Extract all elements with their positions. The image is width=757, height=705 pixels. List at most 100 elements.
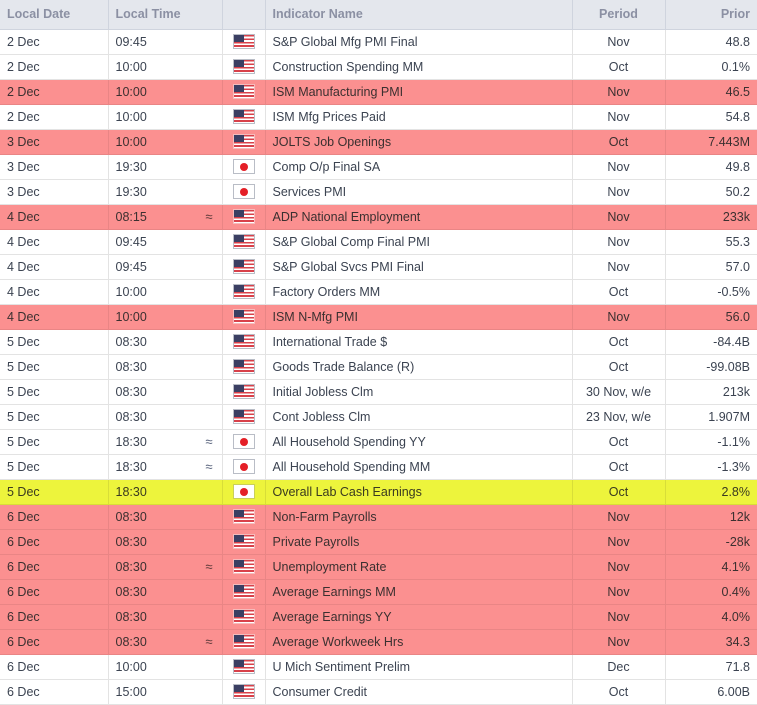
table-row[interactable]: 4 Dec 08:15 ≈ ADP National Employment Nov 233… xyxy=(0,204,757,230)
cell-indicator-name[interactable]: Factory Orders MM xyxy=(265,279,573,305)
cell-prior: 2.8% xyxy=(665,479,757,505)
cell-country-flag xyxy=(222,379,266,405)
table-row[interactable]: 4 Dec 09:45 S&P Global Svcs PMI Final Nov 57… xyxy=(0,254,757,280)
table-row[interactable]: 6 Dec 08:30 Non-Farm Payrolls Nov 12k xyxy=(0,504,757,530)
cell-local-time: 08:30 xyxy=(108,379,223,405)
cell-period: Oct xyxy=(572,279,666,305)
table-row[interactable]: 6 Dec 08:30 Private Payrolls Nov -28k xyxy=(0,529,757,555)
cell-indicator-name[interactable]: All Household Spending YY xyxy=(265,429,573,455)
cell-indicator-name[interactable]: Average Workweek Hrs xyxy=(265,629,573,655)
cell-indicator-name[interactable]: ADP National Employment xyxy=(265,204,573,230)
table-row[interactable]: 2 Dec 10:00 ISM Manufacturing PMI Nov 46.5 xyxy=(0,79,757,105)
column-header-period[interactable]: Period xyxy=(572,0,666,30)
cell-period: Nov xyxy=(572,304,666,330)
table-row[interactable]: 3 Dec 19:30 Comp O/p Final SA Nov 49.8 xyxy=(0,154,757,180)
cell-indicator-name[interactable]: Comp O/p Final SA xyxy=(265,154,573,180)
cell-indicator-name[interactable]: ISM N-Mfg PMI xyxy=(265,304,573,330)
cell-indicator-name[interactable]: Overall Lab Cash Earnings xyxy=(265,479,573,505)
us-flag-icon xyxy=(232,509,255,525)
table-row[interactable]: 5 Dec 18:30 Overall Lab Cash Earnings Oct 2.… xyxy=(0,479,757,505)
cell-indicator-name[interactable]: Cont Jobless Clm xyxy=(265,404,573,430)
cell-indicator-name[interactable]: Consumer Credit xyxy=(265,679,573,705)
cell-indicator-name[interactable]: Private Payrolls xyxy=(265,529,573,555)
cell-country-flag xyxy=(222,679,266,705)
cell-indicator-name[interactable]: Unemployment Rate xyxy=(265,554,573,580)
cell-country-flag xyxy=(222,329,266,355)
cell-indicator-name[interactable]: S&P Global Svcs PMI Final xyxy=(265,254,573,280)
local-time-value: 15:00 xyxy=(115,684,147,699)
table-row[interactable]: 5 Dec 18:30 ≈ All Household Spending MM Oct -… xyxy=(0,454,757,480)
cell-period: Oct xyxy=(572,129,666,155)
cell-prior: 49.8 xyxy=(665,154,757,180)
table-row[interactable]: 5 Dec 08:30 Cont Jobless Clm 23 Nov, w/e 1.9… xyxy=(0,404,757,430)
table-row[interactable]: 5 Dec 18:30 ≈ All Household Spending YY Oct -… xyxy=(0,429,757,455)
column-header-indicator-name[interactable]: Indicator Name xyxy=(265,0,573,30)
column-header-local-time[interactable]: Local Time xyxy=(108,0,223,30)
table-row[interactable]: 5 Dec 08:30 International Trade $ Oct -84.4B xyxy=(0,329,757,355)
cell-local-time: 10:00 xyxy=(108,129,223,155)
cell-period: Nov xyxy=(572,579,666,605)
table-row[interactable]: 5 Dec 08:30 Initial Jobless Clm 30 Nov, w/e… xyxy=(0,379,757,405)
cell-local-time: 10:00 xyxy=(108,279,223,305)
table-row[interactable]: 3 Dec 19:30 Services PMI Nov 50.2 xyxy=(0,179,757,205)
column-header-prior[interactable]: Prior xyxy=(665,0,757,30)
approximate-time-icon: ≈ xyxy=(205,434,213,449)
table-row[interactable]: 6 Dec 08:30 ≈ Unemployment Rate Nov 4.1% xyxy=(0,554,757,580)
table-row[interactable]: 2 Dec 09:45 S&P Global Mfg PMI Final Nov 48.… xyxy=(0,29,757,55)
cell-period: Nov xyxy=(572,554,666,580)
cell-prior: 71.8 xyxy=(665,654,757,680)
table-row[interactable]: 6 Dec 08:30 ≈ Average Workweek Hrs Nov 34.3 xyxy=(0,629,757,655)
local-time-value: 08:30 xyxy=(115,584,147,599)
cell-period: Oct xyxy=(572,429,666,455)
local-time-value: 10:00 xyxy=(115,109,147,124)
cell-prior: 46.5 xyxy=(665,79,757,105)
cell-indicator-name[interactable]: ISM Mfg Prices Paid xyxy=(265,104,573,130)
cell-prior: 0.1% xyxy=(665,54,757,80)
table-row[interactable]: 6 Dec 10:00 U Mich Sentiment Prelim Dec 71.8 xyxy=(0,654,757,680)
table-row[interactable]: 4 Dec 09:45 S&P Global Comp Final PMI Nov 55… xyxy=(0,229,757,255)
column-header-local-date[interactable]: Local Date xyxy=(0,0,109,30)
table-row[interactable]: 2 Dec 10:00 ISM Mfg Prices Paid Nov 54.8 xyxy=(0,104,757,130)
cell-indicator-name[interactable]: S&P Global Mfg PMI Final xyxy=(265,29,573,55)
cell-indicator-name[interactable]: U Mich Sentiment Prelim xyxy=(265,654,573,680)
cell-local-date: 6 Dec xyxy=(0,629,109,655)
cell-indicator-name[interactable]: Construction Spending MM xyxy=(265,54,573,80)
table-row[interactable]: 6 Dec 08:30 Average Earnings MM Nov 0.4% xyxy=(0,579,757,605)
us-flag-icon xyxy=(232,234,255,250)
cell-prior: 7.443M xyxy=(665,129,757,155)
local-time-value: 10:00 xyxy=(115,59,147,74)
cell-prior: 0.4% xyxy=(665,579,757,605)
cell-country-flag xyxy=(222,629,266,655)
table-row[interactable]: 4 Dec 10:00 ISM N-Mfg PMI Nov 56.0 xyxy=(0,304,757,330)
cell-local-time: 08:30 xyxy=(108,504,223,530)
cell-indicator-name[interactable]: JOLTS Job Openings xyxy=(265,129,573,155)
cell-local-time: 08:30 xyxy=(108,354,223,380)
us-flag-icon xyxy=(232,34,255,50)
cell-country-flag xyxy=(222,429,266,455)
jp-flag-icon xyxy=(232,459,255,475)
cell-country-flag xyxy=(222,79,266,105)
table-row[interactable]: 6 Dec 15:00 Consumer Credit Oct 6.00B xyxy=(0,679,757,705)
cell-period: 23 Nov, w/e xyxy=(572,404,666,430)
cell-indicator-name[interactable]: ISM Manufacturing PMI xyxy=(265,79,573,105)
cell-indicator-name[interactable]: All Household Spending MM xyxy=(265,454,573,480)
cell-country-flag xyxy=(222,404,266,430)
cell-indicator-name[interactable]: International Trade $ xyxy=(265,329,573,355)
table-row[interactable]: 6 Dec 08:30 Average Earnings YY Nov 4.0% xyxy=(0,604,757,630)
cell-prior: 54.8 xyxy=(665,104,757,130)
cell-indicator-name[interactable]: S&P Global Comp Final PMI xyxy=(265,229,573,255)
cell-indicator-name[interactable]: Non-Farm Payrolls xyxy=(265,504,573,530)
table-row[interactable]: 3 Dec 10:00 JOLTS Job Openings Oct 7.443M xyxy=(0,129,757,155)
column-header-flag[interactable] xyxy=(222,0,266,30)
cell-indicator-name[interactable]: Initial Jobless Clm xyxy=(265,379,573,405)
cell-local-date: 5 Dec xyxy=(0,354,109,380)
table-row[interactable]: 4 Dec 10:00 Factory Orders MM Oct -0.5% xyxy=(0,279,757,305)
cell-indicator-name[interactable]: Average Earnings YY xyxy=(265,604,573,630)
cell-indicator-name[interactable]: Services PMI xyxy=(265,179,573,205)
table-row[interactable]: 2 Dec 10:00 Construction Spending MM Oct 0.1… xyxy=(0,54,757,80)
cell-indicator-name[interactable]: Goods Trade Balance (R) xyxy=(265,354,573,380)
us-flag-icon xyxy=(232,84,255,100)
cell-indicator-name[interactable]: Average Earnings MM xyxy=(265,579,573,605)
us-flag-icon xyxy=(232,534,255,550)
table-row[interactable]: 5 Dec 08:30 Goods Trade Balance (R) Oct -99.… xyxy=(0,354,757,380)
